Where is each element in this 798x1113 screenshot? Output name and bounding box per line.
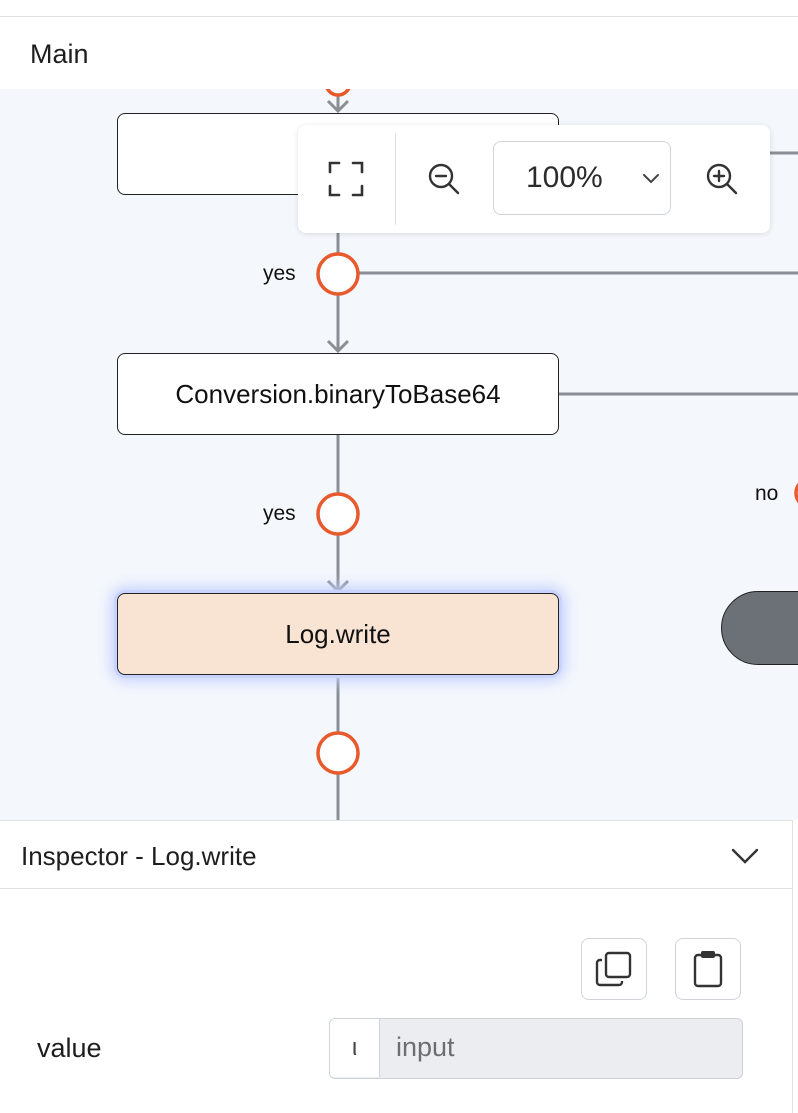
clipboard-icon: [693, 951, 723, 988]
collapse-chevron-icon[interactable]: [728, 841, 762, 871]
node-label: Conversion.binaryToBase64: [175, 378, 501, 409]
copy-icon: [595, 951, 632, 987]
connector-yes-1: [316, 252, 360, 296]
value-field[interactable]: ι input: [329, 1018, 743, 1079]
zoom-out-button[interactable]: [396, 125, 492, 233]
value-field-label: value: [37, 1033, 102, 1063]
top-border: [0, 0, 798, 17]
connector-yes-2: [316, 492, 360, 536]
fit-screen-icon: [328, 161, 364, 197]
zoom-in-icon: [706, 163, 738, 195]
edge-label-yes: yes: [263, 502, 296, 525]
flow-node-log-write[interactable]: Log.write: [117, 593, 559, 675]
fit-screen-button[interactable]: [298, 125, 394, 233]
edge-label-yes: yes: [263, 262, 296, 285]
flow-header: Main: [0, 17, 798, 89]
flow-node-conversion[interactable]: Conversion.binaryToBase64: [117, 353, 559, 435]
type-toggle-button[interactable]: ι: [330, 1019, 380, 1077]
inspector-panel: Inspector - Log.write value ι input: [0, 820, 793, 1113]
paste-button[interactable]: [675, 938, 741, 1000]
node-label: Log.write: [285, 618, 391, 649]
flow-node-right-partial[interactable]: [721, 591, 798, 665]
zoom-toolbar: 100%: [298, 125, 770, 233]
inspector-header[interactable]: Inspector - Log.write: [0, 821, 792, 889]
edge-label-no: no: [755, 482, 779, 505]
page-title: Main: [30, 39, 89, 69]
zoom-in-button[interactable]: [674, 125, 770, 233]
chevron-down-icon: [643, 174, 659, 184]
zoom-level-select[interactable]: 100%: [493, 141, 671, 215]
value-input[interactable]: input: [396, 1032, 455, 1063]
zoom-out-icon: [428, 163, 460, 195]
copy-button[interactable]: [581, 938, 647, 1000]
inspector-title: Inspector - Log.write: [21, 841, 257, 871]
zoom-level-value: 100%: [526, 161, 603, 194]
connector-top: [325, 89, 351, 97]
flow-canvas[interactable]: F yes Conversion.binaryToBase64 yes no L…: [0, 89, 798, 820]
connector-bottom: [316, 731, 360, 775]
